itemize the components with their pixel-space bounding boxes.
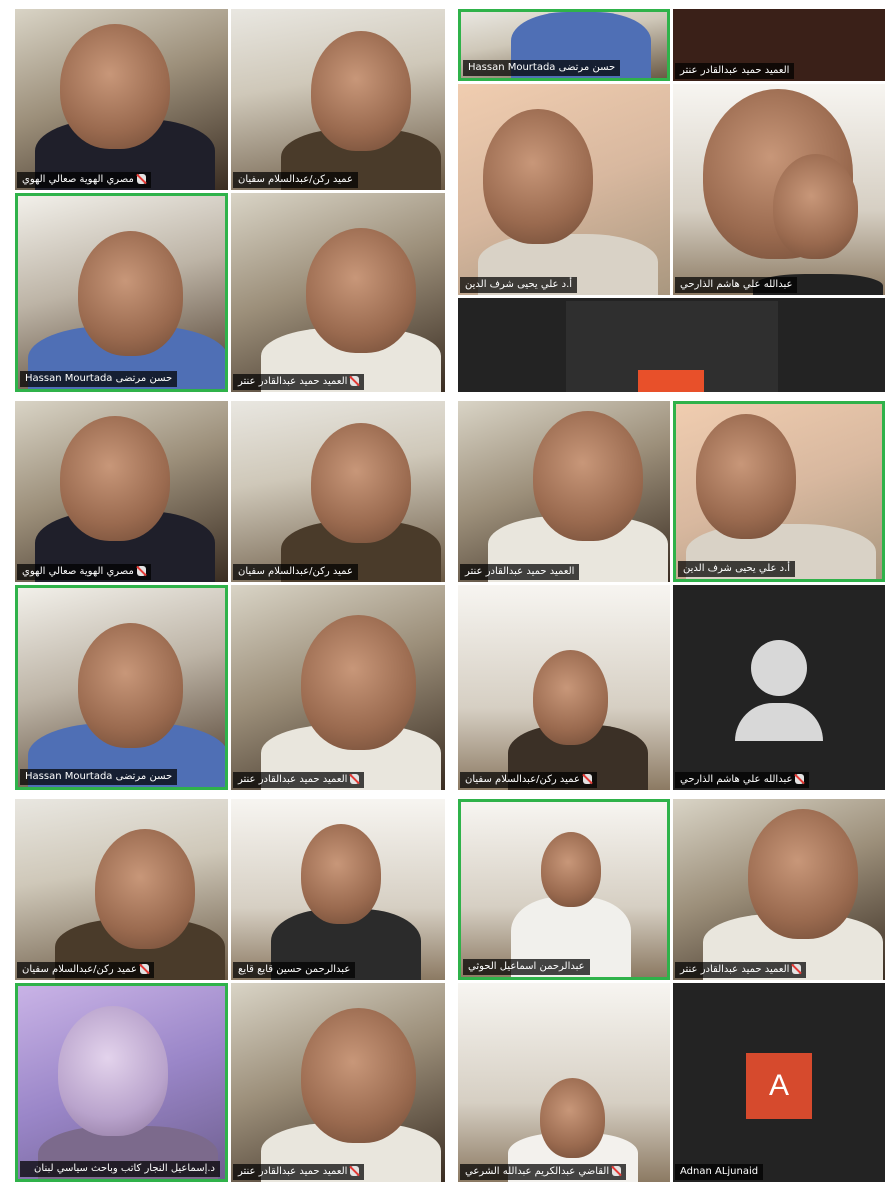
participant-face [748, 809, 858, 939]
participant-face [533, 411, 643, 541]
mic-muted-icon [350, 1166, 360, 1176]
user-avatar-body-icon [735, 703, 823, 741]
video-tile[interactable]: مصري الهوية صعالي الهوي [15, 9, 228, 190]
participant-name: عبدالله علي هاشم الذارحي [675, 772, 810, 788]
video-tile[interactable]: العميد حميد عبدالقادر عنتر [673, 799, 885, 980]
participant-name: أ.د علي يحيى شرف الدين [460, 277, 578, 293]
participant-face [95, 829, 195, 949]
participant-name: القاضي عبدالكريم عبدالله الشرعي [460, 1164, 627, 1180]
mic-muted-icon [792, 964, 802, 974]
participant-name: عميد ركن/عبدالسلام سفيان [17, 962, 154, 978]
participant-name: العميد حميد عبدالقادر عنتر [233, 1164, 365, 1180]
video-tile[interactable]: د.إسماعيل النجار كاتب وباحث سياسي لبنان [15, 983, 228, 1182]
avatar-letter: A [746, 1053, 812, 1119]
video-tile[interactable]: عبدالرحمن اسماعيل الحوثي [458, 799, 670, 980]
participant-face [60, 24, 170, 149]
mic-muted-icon [350, 774, 360, 784]
participant-face [483, 109, 593, 244]
mic-muted-icon [136, 174, 146, 184]
share-indicator [638, 370, 704, 392]
participant-name: العميد حميد عبدالقادر عنتر [675, 63, 795, 79]
participant-face [311, 423, 411, 543]
video-tile[interactable]: العميد حميد عبدالقادر عنتر [231, 983, 445, 1182]
participant-name: العميد حميد عبدالقادر عنتر [460, 564, 580, 580]
participant-name: عبدالله علي هاشم الذارحي [675, 277, 798, 293]
participant-face [533, 650, 608, 745]
screen-share-area [458, 298, 885, 392]
mic-muted-icon [612, 1166, 622, 1176]
video-tile[interactable]: عميد ركن/عبدالسلام سفيان [15, 799, 228, 980]
participant-name: Adnan ALjunaid [675, 1164, 764, 1180]
participant-name: العميد حميد عبدالقادر عنتر [675, 962, 807, 978]
participant-face [540, 1078, 605, 1158]
mic-muted-icon [136, 566, 146, 576]
video-tile[interactable]: عبدالله علي هاشم الذارحي [673, 585, 885, 790]
video-tile[interactable]: العميد حميد عبدالقادر عنتر [458, 401, 670, 582]
participant-face-pip [773, 154, 858, 259]
participant-face [301, 615, 416, 750]
participant-face [60, 416, 170, 541]
participant-name: Hassan Mourtada حسن مرتضى [20, 371, 178, 387]
participant-face [301, 1008, 416, 1143]
video-tile[interactable]: Hassan Mourtada حسن مرتضى [15, 585, 228, 790]
participant-name: مصري الهوية صعالي الهوي [17, 564, 151, 580]
video-tile[interactable]: عبدالله علي هاشم الذارحي [673, 84, 885, 295]
video-tile[interactable]: Hassan Mourtada حسن مرتضى [458, 9, 670, 81]
participant-name: د.إسماعيل النجار كاتب وباحث سياسي لبنان [20, 1161, 220, 1177]
participant-name: أ.د علي يحيى شرف الدين [678, 561, 796, 577]
video-tile[interactable]: أ.د علي يحيى شرف الدين [673, 401, 885, 582]
participant-name: عبدالرحمن اسماعيل الحوثي [463, 959, 590, 975]
mic-muted-icon [350, 376, 360, 386]
participant-face [301, 824, 381, 924]
participant-face [311, 31, 411, 151]
participant-name: Hassan Mourtada حسن مرتضى [463, 60, 621, 76]
video-tile[interactable]: عميد ركن/عبدالسلام سفيان [231, 9, 445, 190]
participant-name: عميد ركن/عبدالسلام سفيان [460, 772, 597, 788]
mic-muted-icon [795, 774, 805, 784]
participant-name: عميد ركن/عبدالسلام سفيان [233, 564, 358, 580]
video-tile[interactable]: عميد ركن/عبدالسلام سفيان [231, 401, 445, 582]
video-tile[interactable]: العميد حميد عبدالقادر عنتر [231, 193, 445, 392]
video-tile[interactable]: العميد حميد عبدالقادر عنتر [673, 9, 885, 81]
participant-name: عميد ركن/عبدالسلام سفيان [233, 172, 358, 188]
user-avatar-icon [751, 640, 807, 696]
participant-name: Hassan Mourtada حسن مرتضى [20, 769, 178, 785]
video-tile[interactable]: Hassan Mourtada حسن مرتضى [15, 193, 228, 392]
participant-face [541, 832, 601, 907]
participant-face [58, 1006, 168, 1136]
participant-face [696, 414, 796, 539]
participant-name: عبدالرحمن حسين قايع قايع [233, 962, 356, 978]
participant-face [306, 228, 416, 353]
video-tile[interactable]: القاضي عبدالكريم عبدالله الشرعي [458, 983, 670, 1182]
video-tile[interactable]: A Adnan ALjunaid [673, 983, 885, 1182]
mic-muted-icon [139, 964, 149, 974]
video-tile[interactable]: العميد حميد عبدالقادر عنتر [231, 585, 445, 790]
participant-name: العميد حميد عبدالقادر عنتر [233, 772, 365, 788]
participant-name: العميد حميد عبدالقادر عنتر [233, 374, 365, 390]
mic-muted-icon [582, 774, 592, 784]
participant-name: مصري الهوية صعالي الهوي [17, 172, 151, 188]
video-tile[interactable]: أ.د علي يحيى شرف الدين [458, 84, 670, 295]
video-tile[interactable]: عميد ركن/عبدالسلام سفيان [458, 585, 670, 790]
video-tile[interactable]: عبدالرحمن حسين قايع قايع [231, 799, 445, 980]
participant-face [78, 623, 183, 748]
video-tile[interactable]: مصري الهوية صعالي الهوي [15, 401, 228, 582]
participant-face [78, 231, 183, 356]
